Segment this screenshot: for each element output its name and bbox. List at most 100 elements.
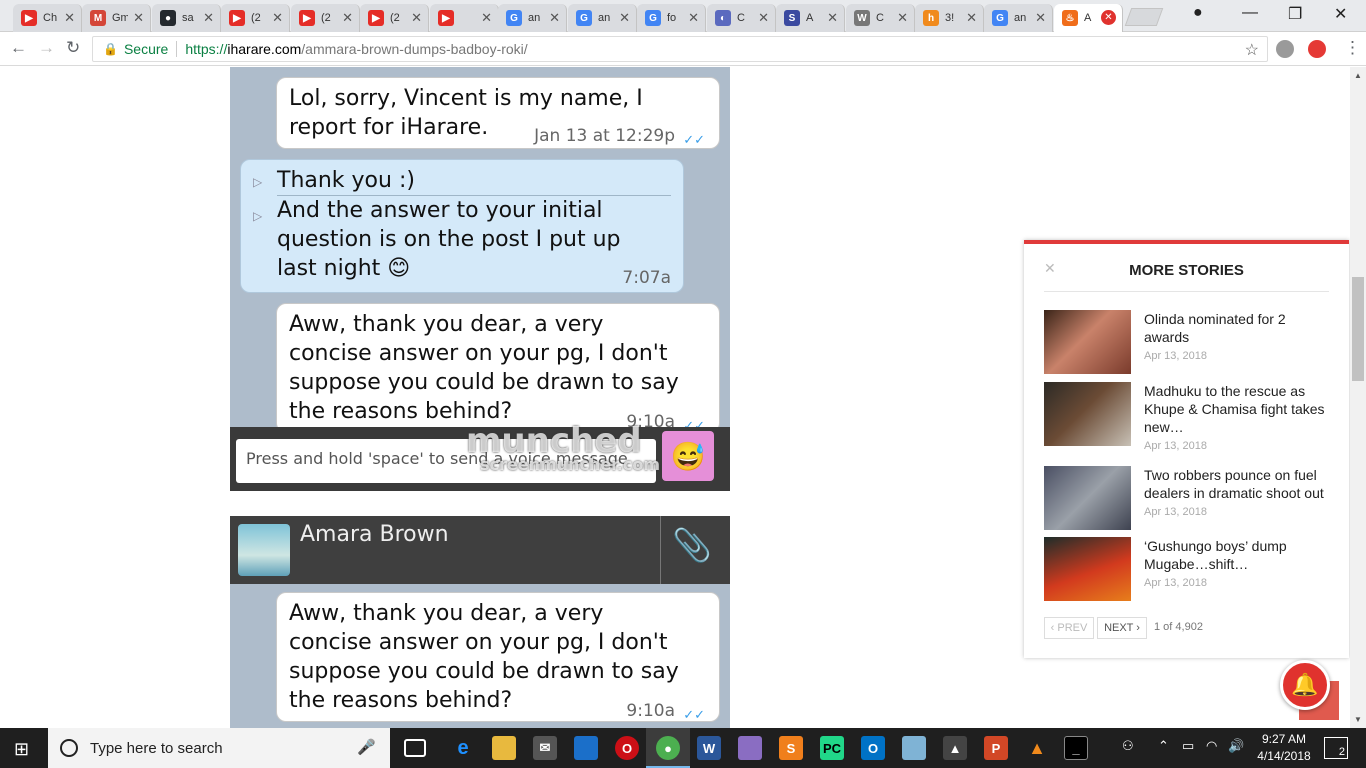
browser-tab[interactable]: ▶ ✕ [430, 4, 499, 32]
browser-tab[interactable]: Gfo ✕ [637, 4, 706, 32]
forward-button[interactable]: → [38, 38, 55, 58]
tab-close-icon[interactable]: ✕ [411, 10, 422, 26]
browser-tab[interactable]: Gan ✕ [568, 4, 637, 32]
tab-close-icon[interactable]: ✕ [549, 10, 560, 26]
pycharm-icon[interactable]: PC [820, 736, 844, 760]
opera-icon[interactable]: O [615, 736, 639, 760]
browser-tab[interactable]: ♨ A ✕ [1054, 4, 1123, 32]
photos-icon[interactable]: ▲ [943, 736, 967, 760]
story-thumbnail[interactable] [1044, 466, 1131, 530]
message-line: And the answer to your initial [277, 198, 603, 223]
prev-button[interactable]: ‹ PREV [1044, 617, 1094, 639]
browser-tab[interactable]: ▶ (2 ✕ [221, 4, 290, 32]
tray-chevron-icon[interactable]: ⌃ [1158, 738, 1169, 754]
browser-tab[interactable]: ● sa ✕ [152, 4, 221, 32]
app-icon[interactable] [902, 736, 926, 760]
minimize-button[interactable]: — [1242, 4, 1258, 22]
mail-icon[interactable]: ✉ [533, 736, 557, 760]
tab-close-icon[interactable]: ✕ [758, 10, 769, 26]
tab-close-icon[interactable]: ✕ [203, 10, 214, 26]
secure-label: Secure [123, 41, 169, 57]
tab-close-icon[interactable]: ✕ [64, 10, 75, 26]
paint-icon[interactable] [738, 736, 762, 760]
scroll-up-icon[interactable]: ▲ [1354, 71, 1362, 80]
sublime-icon[interactable]: S [779, 736, 803, 760]
story-title[interactable]: Madhuku to the rescue as Khupe & Chamisa… [1144, 382, 1334, 436]
menu-icon[interactable]: ⋮ [1344, 38, 1361, 58]
address-bar[interactable]: 🔒 Secure https://iharare.com/ammara-brow… [92, 36, 1268, 62]
tab-close-icon[interactable]: ✕ [133, 10, 144, 26]
browser-tab[interactable]: h 3! ✕ [915, 4, 984, 32]
back-button[interactable]: ← [10, 38, 27, 58]
tab-close-icon[interactable]: ✕ [966, 10, 977, 26]
message-line: question is on the post I put up [277, 227, 621, 252]
volume-icon[interactable]: 🔊 [1228, 738, 1244, 754]
taskbar-search[interactable]: Type here to search 🎤 [48, 728, 390, 768]
story-thumbnail[interactable] [1044, 310, 1131, 374]
read-check-icon: ✓✓ [683, 708, 705, 723]
next-button[interactable]: NEXT › [1097, 617, 1147, 639]
file-explorer-icon[interactable] [492, 736, 516, 760]
action-center-icon[interactable]: 2 [1324, 737, 1348, 759]
tab-label: an [598, 12, 611, 24]
paperclip-icon[interactable]: 📎 [672, 526, 712, 564]
story-thumbnail[interactable] [1044, 537, 1131, 601]
browser-tab[interactable]: ▶ Ch ✕ [13, 4, 82, 32]
browser-tab[interactable]: ◐ C ✕ [707, 4, 776, 32]
tab-close-icon[interactable]: ✕ [342, 10, 353, 26]
browser-tab[interactable]: Gan ✕ [984, 4, 1053, 32]
reload-button[interactable]: ↻ [66, 38, 80, 58]
scroll-down-icon[interactable]: ▼ [1354, 715, 1362, 724]
story-thumbnail[interactable] [1044, 382, 1131, 446]
task-view-icon[interactable] [404, 739, 426, 757]
microphone-icon[interactable]: 🎤 [357, 738, 376, 756]
terminal-icon[interactable]: _ [1064, 736, 1088, 760]
tab-close-icon[interactable]: ✕ [619, 10, 630, 26]
browser-tab[interactable]: ▶ (2 ✕ [360, 4, 429, 32]
profile-icon[interactable]: ● [1193, 4, 1203, 22]
browser-tab[interactable]: M Gm ✕ [82, 4, 151, 32]
tab-close-icon[interactable]: ✕ [1101, 10, 1116, 25]
tab-close-icon[interactable]: ✕ [1035, 10, 1046, 26]
people-icon[interactable]: ⚇ [1122, 738, 1134, 754]
word-icon[interactable]: W [697, 736, 721, 760]
story-title[interactable]: ‘Gushungo boys’ dump Mugabe…shift… [1144, 537, 1334, 573]
tab-label: Ch [43, 12, 58, 24]
windows-start-icon[interactable]: ⊞ [14, 739, 29, 760]
tab-close-icon[interactable]: ✕ [827, 10, 838, 26]
browser-tab[interactable]: W C ✕ [846, 4, 915, 32]
page-scrollbar[interactable]: ▲ ▼ [1350, 67, 1366, 728]
tab-strip: ▶ Ch ✕ M Gm ✕ ● sa ✕ ▶ (2 ✕ ▶ (2 ✕ ▶ (2 ✕ ▶ ✕ Gan ✕ Gan ✕ Gfo ✕ ◐ C… [0, 0, 1366, 32]
tab-close-icon[interactable]: ✕ [688, 10, 699, 26]
story-title[interactable]: Olinda nominated for 2 awards [1144, 310, 1334, 346]
vlc-icon[interactable]: ▲ [1025, 736, 1049, 760]
edge-icon[interactable]: e [451, 736, 475, 760]
tab-close-icon[interactable]: ✕ [272, 10, 283, 26]
close-window-button[interactable]: ✕ [1334, 4, 1347, 24]
emoji-button[interactable]: 😅 [662, 431, 714, 481]
extension-icon[interactable] [1276, 40, 1294, 58]
story-date: Apr 13, 2018 [1144, 350, 1207, 362]
battery-icon[interactable]: ▭ [1182, 738, 1194, 754]
system-clock[interactable]: 9:27 AM 4/14/2018 [1254, 731, 1314, 765]
opera-extension-icon[interactable] [1308, 40, 1326, 58]
chrome-icon[interactable]: ● [656, 736, 680, 760]
browser-tab[interactable]: Gan ✕ [498, 4, 567, 32]
scrollbar-thumb[interactable] [1352, 277, 1364, 381]
wifi-icon[interactable]: ◠ [1206, 738, 1217, 754]
outlook-icon[interactable]: O [861, 736, 885, 760]
powerpoint-icon[interactable]: P [984, 736, 1008, 760]
story-title[interactable]: Two robbers pounce on fuel dealers in dr… [1144, 466, 1334, 502]
notification-bell-icon[interactable]: 🔔 [1280, 660, 1330, 710]
browser-tab[interactable]: S A ✕ [776, 4, 845, 32]
bookmark-star-icon[interactable]: ☆ [1245, 40, 1259, 60]
browser-tab[interactable]: ▶ (2 ✕ [291, 4, 360, 32]
tab-label: sa [182, 12, 194, 24]
app-icon[interactable] [574, 736, 598, 760]
message-line: suppose you could be drawn to say [289, 659, 679, 684]
tab-label: (2 [321, 12, 331, 24]
new-tab-button[interactable] [1124, 8, 1164, 26]
tab-close-icon[interactable]: ✕ [897, 10, 908, 26]
tab-close-icon[interactable]: ✕ [481, 10, 492, 26]
restore-button[interactable]: ❐ [1288, 4, 1302, 24]
